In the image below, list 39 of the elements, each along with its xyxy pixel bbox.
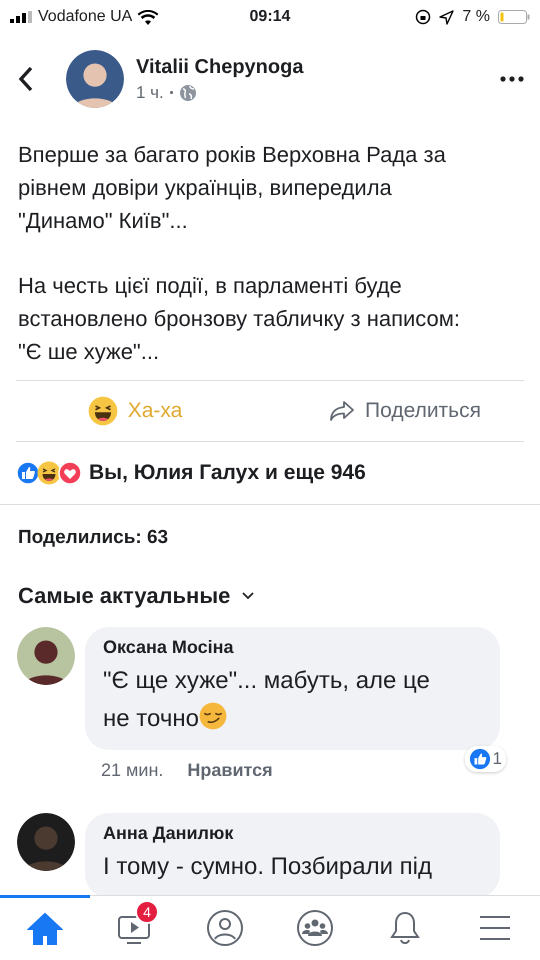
reactions-summary[interactable]: Вы, Юлия Галух и еще 946 bbox=[89, 461, 366, 485]
more-options-icon[interactable] bbox=[500, 76, 524, 82]
wifi-icon bbox=[138, 10, 158, 24]
comment-text: І тому - сумно. Позбирали під bbox=[103, 852, 433, 882]
share-icon bbox=[329, 400, 356, 422]
commenter-name[interactable]: Анна Данилюк bbox=[103, 823, 460, 844]
carrier-name: Vodafone UA bbox=[38, 8, 132, 26]
share-button[interactable]: Поделиться bbox=[270, 391, 540, 431]
battery-icon bbox=[498, 10, 530, 24]
chevron-down-icon[interactable] bbox=[242, 592, 254, 600]
commenter-name[interactable]: Оксана Мосіна bbox=[103, 637, 460, 658]
post-text: Вперше за багато років Верховна Рада за рівнем довіри українців, випередила "Динамо" Київ"... bbox=[18, 141, 447, 235]
author-name[interactable]: Vitalii Chepynoga bbox=[136, 56, 500, 78]
home-icon bbox=[27, 912, 63, 946]
like-reaction-icon bbox=[16, 461, 40, 485]
like-count-badge[interactable]: 1 bbox=[464, 746, 506, 772]
menu-icon bbox=[478, 914, 512, 942]
post-time: 1 ч. bbox=[136, 82, 164, 102]
clock-time: 09:14 bbox=[248, 8, 292, 26]
signal-icon bbox=[10, 11, 32, 23]
separator-dot bbox=[170, 91, 173, 94]
post-text: На честь цієї події, в парламенті буде встановлено бронзову табличку з написом: "Є ше хуже"... bbox=[18, 272, 462, 366]
bell-icon bbox=[388, 910, 422, 946]
profile-icon bbox=[206, 909, 244, 947]
shares-count[interactable]: Поделились: 63 bbox=[0, 505, 540, 549]
like-button[interactable]: Нравится bbox=[187, 760, 273, 781]
rotation-lock-icon bbox=[415, 9, 432, 25]
sort-selector[interactable]: Самые актуальные bbox=[18, 583, 230, 609]
comment-time: 21 мин. bbox=[101, 760, 164, 781]
laughing-emoji-icon bbox=[88, 396, 118, 426]
comment-text: "Є ще хуже"... мабуть, але це не точно bbox=[103, 666, 431, 734]
haha-reaction-icon bbox=[37, 461, 61, 485]
location-icon bbox=[439, 10, 454, 24]
battery-percent: 7 % bbox=[462, 8, 490, 26]
notification-badge: 4 bbox=[135, 900, 159, 924]
tab-bar-item[interactable]: 4 bbox=[90, 896, 180, 960]
globe-icon bbox=[178, 84, 197, 102]
love-reaction-icon bbox=[58, 461, 82, 485]
groups-icon bbox=[296, 909, 334, 947]
